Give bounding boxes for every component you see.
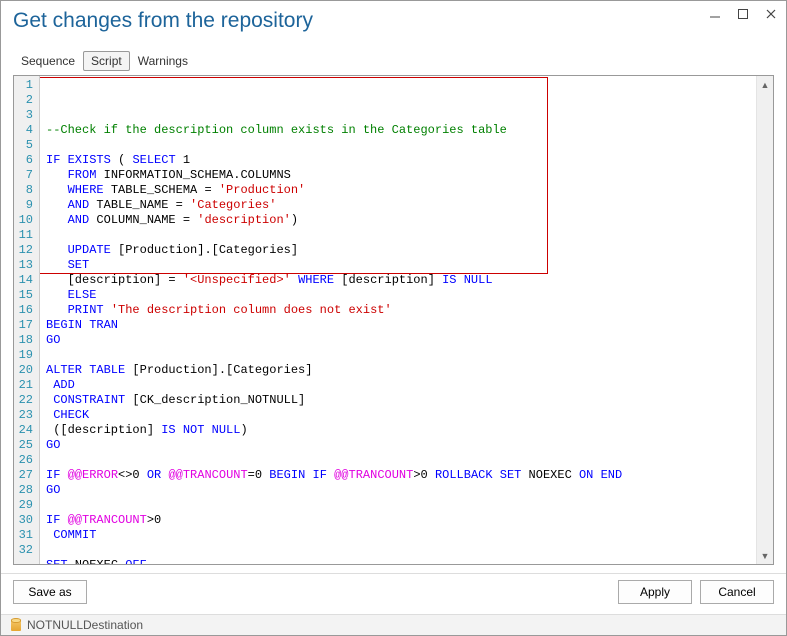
code-line[interactable]: FROM INFORMATION_SCHEMA.COLUMNS	[46, 168, 756, 183]
code-line[interactable]: IF EXISTS ( SELECT 1	[46, 153, 756, 168]
tab-sequence[interactable]: Sequence	[13, 51, 83, 71]
minimize-button[interactable]	[706, 5, 724, 23]
save-as-button[interactable]: Save as	[13, 580, 87, 604]
code-line[interactable]	[46, 453, 756, 468]
line-gutter: 1234567891011121314151617181920212223242…	[14, 76, 40, 564]
window-title: Get changes from the repository	[13, 1, 313, 33]
status-db-name: NOTNULLDestination	[27, 618, 143, 632]
code-line[interactable]: COMMIT	[46, 528, 756, 543]
code-line[interactable]: GO	[46, 483, 756, 498]
code-line[interactable]: ([description] IS NOT NULL)	[46, 423, 756, 438]
code-line[interactable]: [description] = '<Unspecified>' WHERE [d…	[46, 273, 756, 288]
code-line[interactable]	[46, 228, 756, 243]
footer-buttons: Save as Apply Cancel	[1, 573, 786, 614]
code-line[interactable]: UPDATE [Production].[Categories]	[46, 243, 756, 258]
code-line[interactable]: CONSTRAINT [CK_description_NOTNULL]	[46, 393, 756, 408]
code-line[interactable]	[46, 498, 756, 513]
code-area[interactable]: --Check if the description column exists…	[40, 76, 756, 564]
code-line[interactable]: CHECK	[46, 408, 756, 423]
cancel-button[interactable]: Cancel	[700, 580, 774, 604]
code-line[interactable]: WHERE TABLE_SCHEMA = 'Production'	[46, 183, 756, 198]
tab-bar: SequenceScriptWarnings	[1, 45, 786, 71]
tab-warnings[interactable]: Warnings	[130, 51, 196, 71]
code-line[interactable]	[46, 348, 756, 363]
code-line[interactable]: AND TABLE_NAME = 'Categories'	[46, 198, 756, 213]
code-line[interactable]: IF @@TRANCOUNT>0	[46, 513, 756, 528]
code-line[interactable]: ALTER TABLE [Production].[Categories]	[46, 363, 756, 378]
code-line[interactable]: BEGIN TRAN	[46, 318, 756, 333]
code-line[interactable]: GO	[46, 333, 756, 348]
code-line[interactable]	[46, 543, 756, 558]
tab-script[interactable]: Script	[83, 51, 130, 71]
code-line[interactable]: AND COLUMN_NAME = 'description')	[46, 213, 756, 228]
code-line[interactable]	[46, 138, 756, 153]
scroll-up-icon[interactable]: ▲	[757, 76, 773, 93]
close-button[interactable]	[762, 5, 780, 23]
code-line[interactable]: ADD	[46, 378, 756, 393]
code-editor[interactable]: 1234567891011121314151617181920212223242…	[13, 75, 774, 565]
code-line[interactable]: GO	[46, 438, 756, 453]
code-line[interactable]: SET	[46, 258, 756, 273]
code-line[interactable]: ELSE	[46, 288, 756, 303]
vertical-scrollbar[interactable]: ▲ ▼	[756, 76, 773, 564]
maximize-button[interactable]	[734, 5, 752, 23]
titlebar: Get changes from the repository	[1, 1, 786, 45]
window-controls	[706, 1, 780, 23]
code-line[interactable]: SET NOEXEC OFF	[46, 558, 756, 564]
apply-button[interactable]: Apply	[618, 580, 692, 604]
status-bar: NOTNULLDestination	[1, 614, 786, 635]
scroll-down-icon[interactable]: ▼	[757, 547, 773, 564]
database-icon	[11, 619, 21, 631]
code-line[interactable]: IF @@ERROR<>0 OR @@TRANCOUNT=0 BEGIN IF …	[46, 468, 756, 483]
code-line[interactable]: --Check if the description column exists…	[46, 123, 756, 138]
code-line[interactable]: PRINT 'The description column does not e…	[46, 303, 756, 318]
